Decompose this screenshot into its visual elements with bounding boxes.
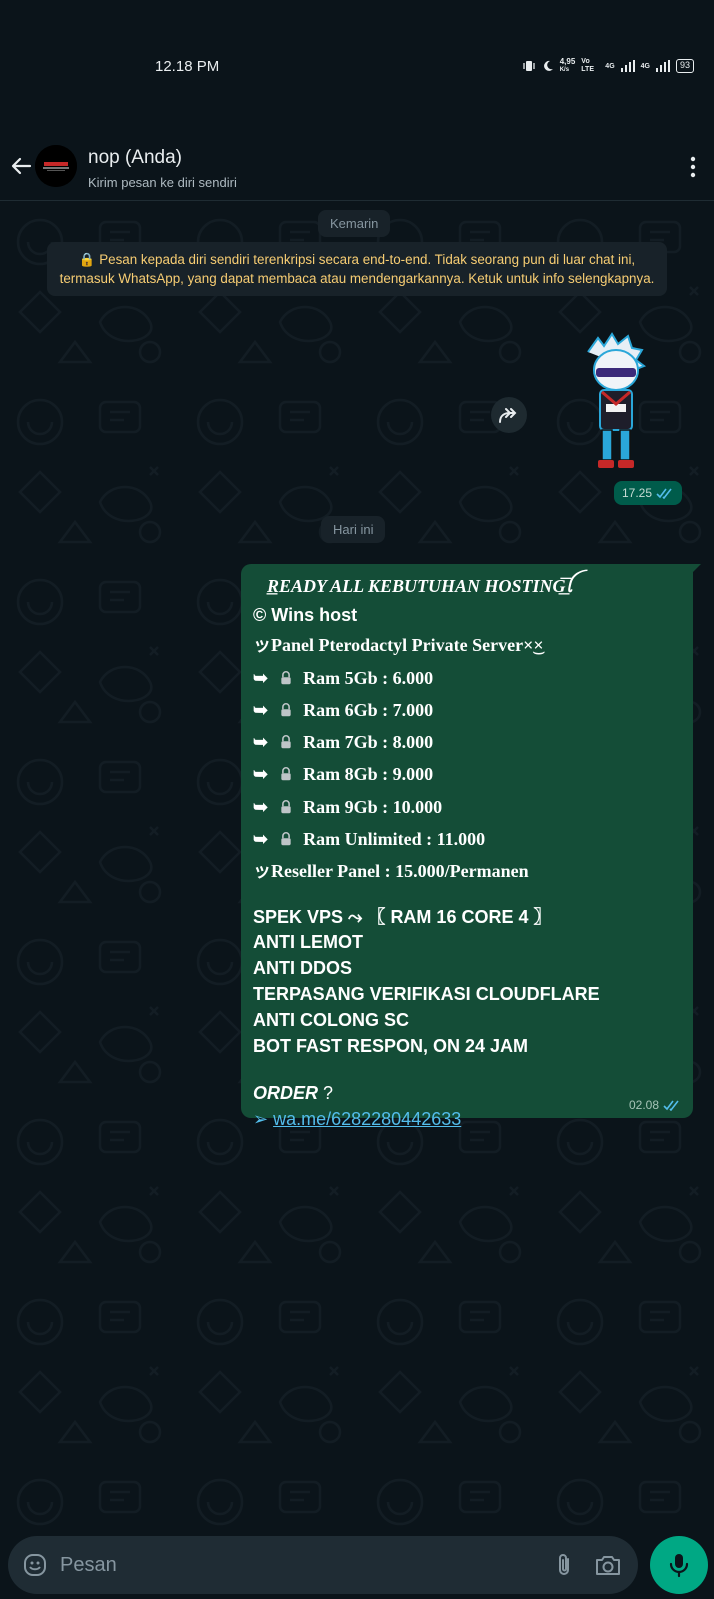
plan-label: Ram 8Gb : 9.000	[303, 764, 434, 785]
signal-icon-1	[620, 60, 635, 72]
plan-row: ➥ Ram Unlimited : 11.000	[253, 823, 681, 855]
forward-icon	[499, 408, 517, 423]
lock-icon	[280, 799, 291, 814]
msg-panel-heading: ッPanel Pterodactyl Private Server×͜×	[253, 635, 544, 656]
network-type-2: 4G	[640, 62, 650, 70]
moon-icon	[543, 60, 553, 71]
lock-icon	[280, 767, 291, 781]
message-bubble[interactable]: ᅳ͟READY ALL KEBUTUHAN HOSTING͟͞ꪶ © Wins …	[241, 564, 701, 1129]
sticker-time: 17.25	[614, 481, 683, 505]
msg-link-row: ➢ wa.me/6282280442633	[253, 1106, 681, 1132]
avatar-logo-icon	[35, 145, 77, 187]
network-type-1: 4G	[605, 62, 615, 70]
more-vert-icon[interactable]	[688, 155, 698, 179]
date-chip-today: Hari ini	[321, 516, 386, 543]
mic-button[interactable]	[650, 1536, 708, 1594]
feature-line: TERPASANG VERIFIKASI CLOUDFLARE	[253, 984, 600, 1005]
camera-icon[interactable]	[594, 1552, 622, 1578]
chat-name[interactable]: nop (Anda)	[88, 147, 182, 169]
lock-icon	[280, 670, 291, 684]
plan-row: ➥ Ram 5Gb : 6.000	[253, 662, 681, 694]
arrow: ➥	[253, 667, 269, 688]
plan-row: ➥ Ram 8Gb : 9.000	[253, 758, 681, 790]
plan-label: Ram Unlimited : 11.000	[303, 829, 486, 850]
message-time: 02.08	[629, 1098, 681, 1112]
status-bar: 12.18 PM 4,95 K/s Vo LTE 4G 4G 93	[0, 0, 714, 120]
read-ticks-icon	[663, 1100, 679, 1111]
lock-icon	[280, 702, 291, 717]
status-icons: 4,95 K/s Vo LTE 4G 4G 93	[522, 58, 694, 74]
feature-line: ANTI LEMOT	[253, 932, 363, 953]
arrow: ➥	[253, 764, 269, 785]
chat-header: nop (Anda) Kirim pesan ke diri sendiri	[0, 135, 714, 201]
feature-line: BOT FAST RESPON, ON 24 JAM	[253, 1035, 529, 1056]
msg-reseller: ッReseller Panel : 15.000/Permanen	[253, 861, 529, 882]
vibrate-icon	[523, 61, 535, 71]
battery-indicator: 93	[675, 59, 694, 73]
message-time-label: 02.08	[628, 1098, 659, 1112]
arrow: ➥	[253, 829, 269, 850]
feature-line: ANTI COLONG SC	[253, 1009, 409, 1030]
date-chip-yesterday: Kemarin	[318, 210, 391, 237]
order-question: ?	[318, 1083, 334, 1104]
message-input-bar: Pesan	[8, 1536, 638, 1594]
msg-order: ORDER ?	[253, 1080, 681, 1106]
link-arrow: ➢	[253, 1109, 274, 1130]
sticker-time-label: 17.25	[622, 486, 653, 500]
plan-label: Ram 6Gb : 7.000	[303, 699, 434, 720]
chat-area[interactable]: Kemarin 🔒 Pesan kepada diri sendiri tere…	[0, 202, 714, 1532]
read-ticks-icon	[656, 488, 672, 499]
plan-label: Ram 9Gb : 10.000	[303, 796, 443, 817]
attach-icon[interactable]	[554, 1552, 576, 1578]
arrow: ➥	[253, 732, 269, 753]
status-time: 12.18 PM	[155, 58, 220, 75]
back-arrow-icon[interactable]	[8, 153, 34, 179]
mic-icon	[669, 1554, 689, 1578]
encryption-notice[interactable]: 🔒 Pesan kepada diri sendiri terenkripsi …	[47, 242, 667, 296]
sticker-image[interactable]	[580, 332, 650, 472]
chat-subtitle: Kirim pesan ke diri sendiri	[88, 175, 237, 190]
plan-row: ➥ Ram 9Gb : 10.000	[253, 791, 681, 823]
msg-spek: SPEK VPS ⤳ 〖 RAM 16 CORE 4 〗	[253, 906, 552, 927]
msg-title: ᅳ͟READY ALL KEBUTUHAN HOSTING͟͞ꪶ	[253, 576, 573, 596]
plan-row: ➥ Ram 6Gb : 7.000	[253, 694, 681, 726]
plan-label: Ram 7Gb : 8.000	[303, 732, 434, 753]
msg-brand: © Wins host	[253, 605, 358, 626]
arrow: ➥	[253, 699, 269, 720]
plan-row: ➥ Ram 7Gb : 8.000	[253, 726, 681, 758]
signal-icon-2	[655, 60, 670, 72]
volte-indicator: Vo LTE	[581, 58, 594, 73]
message-input[interactable]: Pesan	[60, 1554, 117, 1577]
bubble-tail	[691, 564, 701, 574]
emoji-icon[interactable]	[22, 1552, 48, 1578]
lock-icon	[280, 735, 291, 749]
plan-label: Ram 5Gb : 6.000	[303, 667, 434, 688]
lock-icon	[280, 832, 291, 846]
order-link[interactable]: wa.me/6282280442633	[273, 1109, 461, 1129]
feature-line: ANTI DDOS	[253, 958, 352, 979]
net-speed: 4,95 K/s	[559, 57, 576, 74]
arrow: ➥	[253, 796, 269, 817]
order-label: ORDER	[253, 1083, 319, 1104]
avatar[interactable]	[35, 145, 77, 187]
forward-button[interactable]	[491, 397, 527, 433]
